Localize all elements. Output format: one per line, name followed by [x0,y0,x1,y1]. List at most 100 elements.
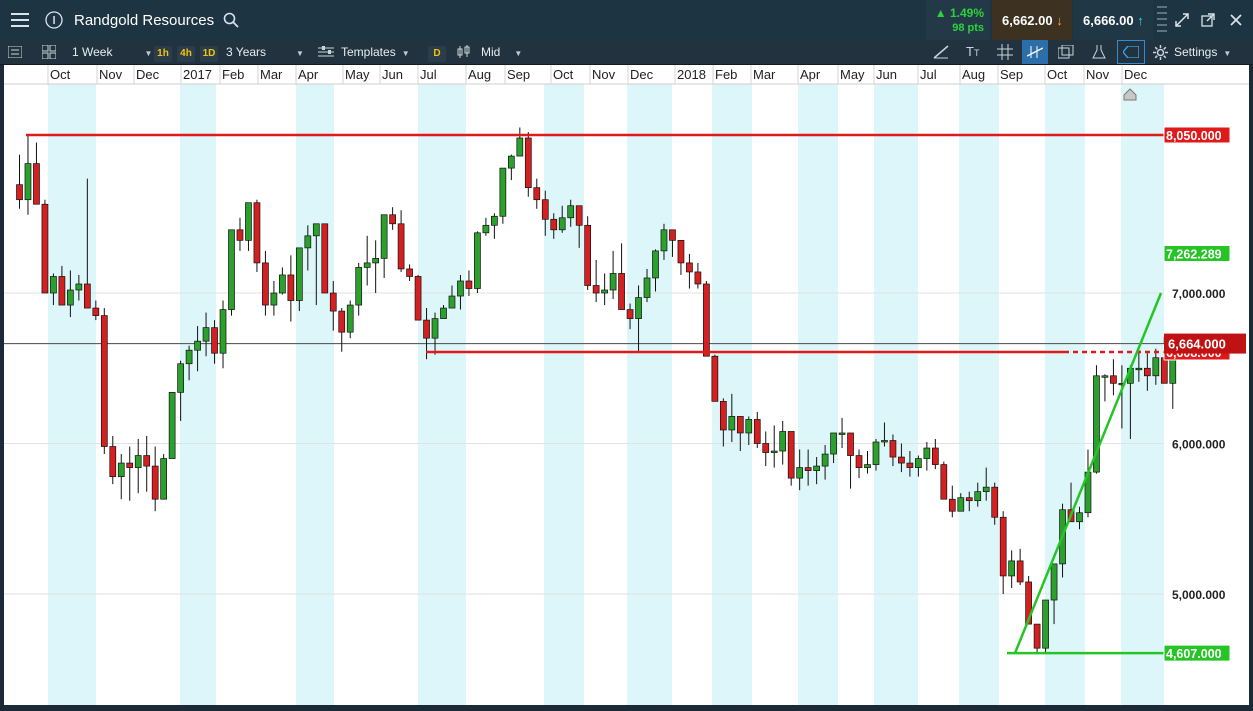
candle [694,262,702,289]
copy-icon[interactable] [1057,40,1074,64]
candle-body [117,462,125,477]
candle-body [211,327,218,354]
candle-body [202,327,210,342]
candle-body [457,280,464,297]
candle [601,273,608,306]
candle [1084,449,1092,518]
interval-4h-button[interactable]: 4h [177,40,195,64]
candle [100,308,108,455]
interval-1h-button[interactable]: 1h [154,40,172,64]
month-band [1045,84,1085,705]
tag-icon[interactable] [1117,40,1145,64]
candle-body [474,232,481,289]
candle-body [134,455,142,468]
sell-price: 6,662.00 [1002,13,1053,28]
time-tick-label: Aug [468,67,491,82]
settings-label: Settings [1174,45,1218,59]
candle-body [923,447,931,459]
current-price-text: 6,664.000 [1168,337,1226,352]
buy-button[interactable]: 6,666.00 ↑ [1073,0,1153,40]
sell-button[interactable]: 6,662.00 ↓ [992,0,1072,40]
candle-body [346,304,354,333]
candle [465,270,473,297]
candle-body [507,155,515,169]
price-mode-select[interactable]: Mid ▼ [481,40,522,64]
time-tick-label: Jun [876,67,897,82]
close-icon[interactable] [1225,0,1247,40]
time-tick-label: Nov [1086,67,1110,82]
candle-body [745,419,753,434]
candle [1016,548,1024,585]
change-points: 98 pts [952,22,984,34]
templates-icon[interactable] [318,40,334,64]
candle [253,199,261,272]
expand-icon[interactable] [1171,0,1193,40]
search-icon[interactable] [220,0,242,40]
candle [533,178,541,209]
candle-body [100,315,108,447]
candle-body [787,431,795,479]
candle-body [541,199,549,220]
interval-select[interactable]: 1 Week ▼ [72,40,152,64]
menu-icon[interactable] [0,0,40,40]
list-icon[interactable] [7,40,28,64]
candle [1110,359,1117,396]
candle-body [1101,375,1109,378]
popout-icon[interactable] [1197,0,1219,40]
candle-body [948,498,956,512]
text-tool-icon[interactable]: TT [966,40,979,64]
time-tick-label: Sep [507,67,530,82]
flask-icon[interactable] [1092,40,1106,64]
time-tick-label: 2018 [677,67,706,82]
candle-body [770,450,778,453]
draw-line-icon[interactable] [933,40,949,64]
month-band [627,84,672,705]
month-band [798,84,838,705]
candle [219,300,227,369]
candle [677,239,685,275]
time-tick-label: Jul [420,67,437,82]
candle-body [1008,560,1016,577]
candle-body [380,214,388,259]
interval-1h-label: 1h [154,46,172,62]
candle-body [338,310,346,333]
templates-select[interactable]: Templates ▼ [341,40,410,64]
candle-body [58,276,66,306]
time-tick-label: Mar [260,67,283,82]
day-button[interactable]: D [428,40,446,64]
trend-price-tag-text: 7,262.289 [1166,248,1222,262]
interval-1d-label: 1D [200,46,218,62]
candle [380,214,388,278]
drag-handle-icon[interactable] [1155,0,1169,40]
gear-icon[interactable] [1153,40,1168,64]
price-chart[interactable]: Oct Nov Dec 2017 Feb Mar Apr May Jun Jul Aug Sep Oct… [4,65,1249,705]
time-tick-label: Jul [920,67,937,82]
indicator-toggle-icon[interactable] [1022,40,1048,64]
settings-button[interactable]: Settings ▼ [1174,40,1231,64]
info-icon[interactable] [40,0,68,40]
range-select[interactable]: 3 Years ▼ [226,40,304,64]
candle-body [677,239,685,264]
layout-icon[interactable] [41,40,60,64]
candle-type-icon[interactable] [457,40,471,64]
candle-body [898,456,905,464]
interval-1d-button[interactable]: 1D [200,40,218,64]
candle-body [75,283,83,291]
crosshair-grid-icon[interactable] [997,40,1013,64]
candle [33,142,40,205]
candle-body [491,215,498,226]
candle-body [762,443,770,453]
candle-body [965,497,973,502]
candle [584,216,592,291]
candle [355,262,363,316]
candle [41,199,49,294]
candle [524,131,532,197]
price-mode-label: Mid [481,45,501,59]
candle [346,300,354,339]
candle [414,274,422,321]
candle [168,391,176,459]
candle-body [991,486,999,518]
price-axis-label: 6,000.000 [1172,438,1226,452]
candle-body [1110,375,1117,384]
chart-canvas[interactable]: Oct Nov Dec 2017 Feb Mar Apr May Jun Jul Aug Sep Oct… [4,65,1249,705]
